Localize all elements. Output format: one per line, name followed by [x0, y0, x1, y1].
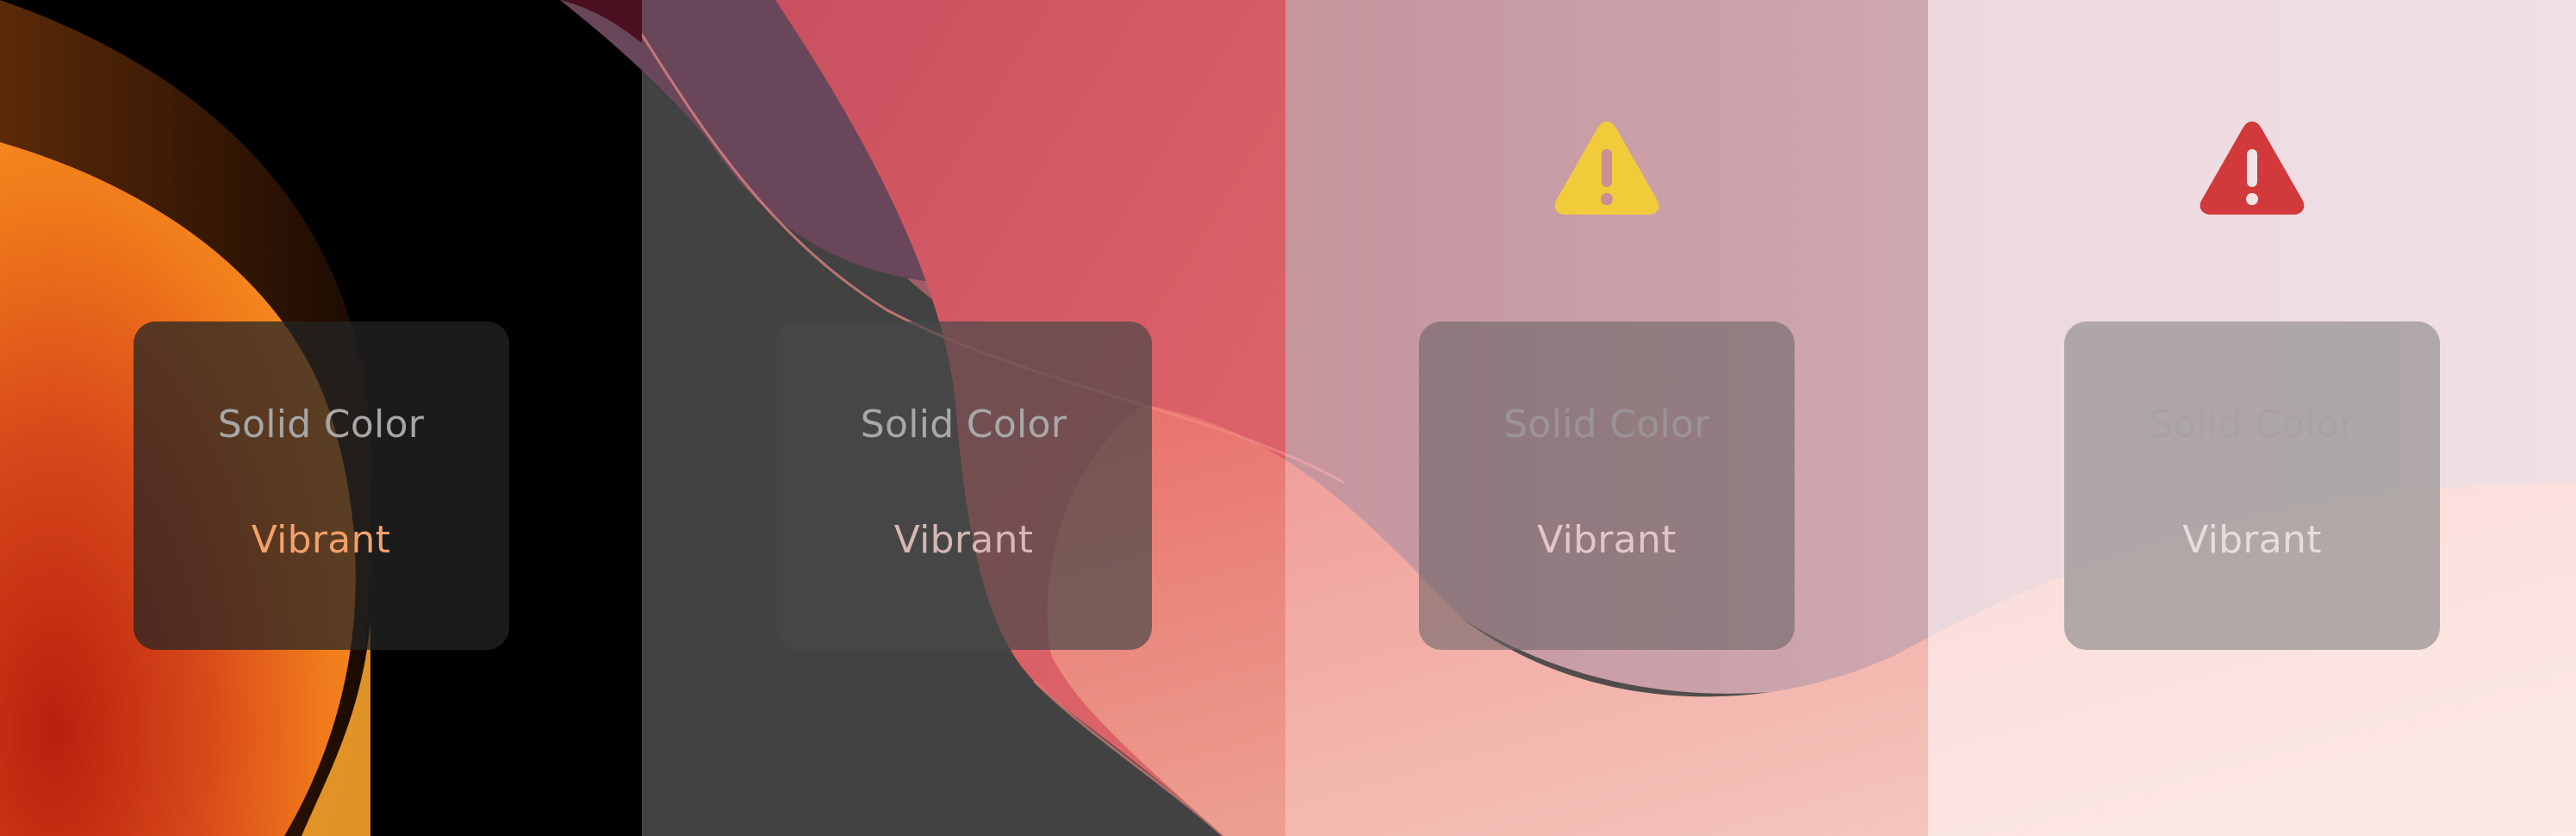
vibrant-label: Vibrant [893, 518, 1034, 562]
sample-card: Solid Color Vibrant [2064, 321, 2440, 650]
vibrant-label: Vibrant [251, 518, 391, 562]
warning-icon [2200, 122, 2305, 215]
warning-icon [1554, 122, 1659, 215]
sample-card: Solid Color Vibrant [775, 321, 1152, 650]
sample-card: Solid Color Vibrant [133, 321, 509, 650]
sample-card: Solid Color Vibrant [1419, 321, 1795, 650]
solid-color-label: Solid Color [2149, 402, 2355, 446]
panel-lightest-tint: Solid Color Vibrant [1928, 0, 2576, 836]
vibrant-label: Vibrant [2182, 518, 2322, 562]
panel-dark: Solid Color Vibrant [0, 0, 642, 836]
solid-color-label: Solid Color [860, 402, 1067, 446]
solid-color-label: Solid Color [217, 402, 425, 446]
panel-gray: Solid Color Vibrant [642, 0, 1285, 836]
vibrant-label: Vibrant [1537, 518, 1677, 562]
panel-light-tint: Solid Color Vibrant [1285, 0, 1928, 836]
solid-color-label: Solid Color [1503, 402, 1710, 446]
